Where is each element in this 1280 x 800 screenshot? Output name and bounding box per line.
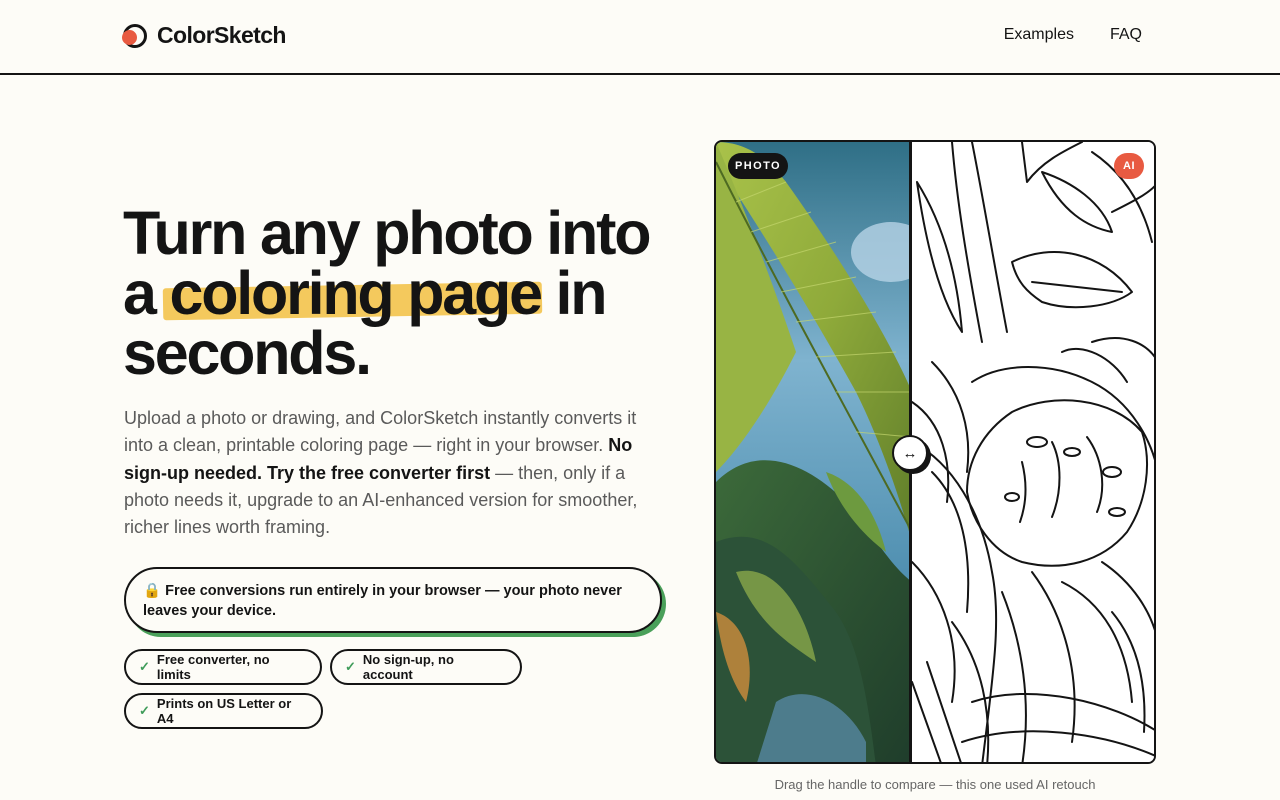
hero-headline: Turn any photo into a coloring page in s… [123, 203, 683, 384]
original-photo [716, 142, 912, 762]
nav-link-faq[interactable]: FAQ [1110, 26, 1142, 44]
before-after-compare[interactable]: ↔ PHOTO AI [714, 140, 1156, 764]
check-icon: ✓ [139, 659, 150, 674]
ai-coloring-page-preview [912, 142, 1154, 762]
feature-chip-print-sizes: ✓ Prints on US Letter or A4 [124, 693, 323, 729]
main-nav: Examples FAQ [1004, 26, 1142, 44]
compare-drag-handle[interactable]: ↔ [892, 435, 928, 471]
drag-arrows-icon: ↔ [902, 444, 918, 462]
privacy-note: 🔒 Free conversions run entirely in your … [124, 567, 662, 633]
compare-caption: Drag the handle to compare — this one us… [774, 777, 1096, 792]
brand-logo-link[interactable]: ColorSketch [122, 22, 286, 49]
palette-logo-icon [122, 23, 147, 48]
check-icon: ✓ [139, 703, 150, 718]
site-header: ColorSketch Examples FAQ [0, 0, 1280, 75]
check-icon: ✓ [345, 659, 356, 674]
hero-description: Upload a photo or drawing, and ColorSket… [124, 405, 659, 541]
chip-label: Free converter, no limits [156, 652, 270, 682]
chip-label: Prints on US Letter or A4 [156, 696, 292, 726]
nav-link-examples[interactable]: Examples [1004, 26, 1074, 44]
ai-label-badge: AI [1114, 153, 1144, 179]
headline-highlight: coloring page [169, 259, 543, 327]
chip-label: No sign-up, no account [362, 652, 454, 682]
feature-chip-free-converter: ✓ Free converter, no limits [124, 649, 322, 685]
lede-intro: Upload a photo or drawing, and ColorSket… [124, 408, 637, 456]
photo-label-badge: PHOTO [728, 153, 788, 179]
brand-name: ColorSketch [157, 22, 286, 48]
feature-chip-no-signup: ✓ No sign-up, no account [330, 649, 522, 685]
